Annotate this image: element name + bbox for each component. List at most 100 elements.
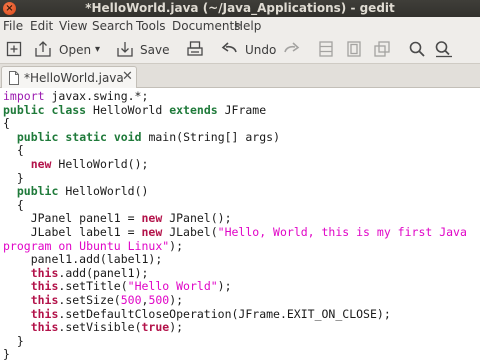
code-token: new — [30, 157, 52, 171]
code-token: "Hello World" — [127, 279, 218, 294]
code-line: { — [3, 143, 24, 157]
code-line: } — [3, 347, 10, 360]
menu-help[interactable]: Help — [234, 19, 261, 33]
print-icon — [187, 41, 203, 56]
new-document-button[interactable] — [6, 40, 22, 59]
code-token: javax.swing.*; — [44, 89, 149, 103]
window-titlebar: × *HelloWorld.java (~/Java_Applications)… — [0, 0, 480, 17]
document-tab[interactable]: *HelloWorld.java ✕ — [1, 66, 137, 88]
code-token: public — [16, 184, 59, 199]
code-line: program on Ubuntu Linux"); — [3, 239, 183, 253]
save-button[interactable]: Save — [116, 40, 170, 59]
code-line: public class HelloWorld extends JFrame — [3, 103, 266, 117]
code-token: .setSize( — [58, 293, 121, 307]
open-dropdown-arrow[interactable]: ▾ — [95, 44, 100, 55]
code-token: this — [30, 279, 59, 294]
code-token: main(String[] args) — [141, 129, 281, 144]
code-line: JPanel panel1 = new JPanel(); — [3, 211, 232, 225]
paste-icon — [374, 41, 390, 57]
code-token: ); — [169, 320, 184, 335]
code-token: program on Ubuntu Linux" — [3, 238, 170, 253]
code-token: ); — [217, 279, 232, 294]
code-token: this — [30, 306, 59, 321]
code-token: public — [3, 102, 45, 117]
find-replace-icon — [435, 41, 452, 58]
code-token: .add(panel1); — [58, 265, 149, 280]
search-icon — [409, 41, 425, 57]
code-line: this.setVisible(true); — [3, 320, 183, 334]
paste-button[interactable] — [373, 40, 391, 59]
code-token: JPanel(); — [162, 211, 232, 226]
code-line: import javax.swing.*; — [3, 89, 148, 103]
open-folder-icon — [35, 41, 51, 57]
menu-view[interactable]: View — [59, 19, 87, 33]
code-token: new — [141, 225, 163, 239]
window-title: *HelloWorld.java (~/Java_Applications) -… — [85, 1, 395, 15]
code-token: public — [16, 129, 59, 144]
menu-tools[interactable]: Tools — [136, 19, 166, 33]
code-token: .setVisible( — [58, 320, 142, 335]
code-token: this — [30, 293, 59, 307]
code-line: public static void main(String[] args) — [3, 130, 280, 144]
code-token: "Hello, World, this is my first Java — [217, 225, 467, 239]
code-token: this — [30, 265, 59, 280]
code-line: JLabel label1 = new JLabel("Hello, World… — [3, 225, 467, 239]
tab-close-icon[interactable]: ✕ — [122, 69, 133, 84]
code-line: } — [3, 171, 24, 185]
open-button[interactable]: Open ▾ — [34, 40, 104, 59]
code-line: public HelloWorld() — [3, 184, 149, 199]
code-token: JLabel label1 = — [3, 225, 142, 239]
code-token: .setDefaultCloseOperation(JFrame.EXIT_ON… — [58, 306, 391, 321]
cut-button[interactable] — [318, 40, 334, 59]
code-line: this.add(panel1); — [3, 265, 149, 280]
code-token: ); — [169, 238, 184, 253]
code-token: HelloWorld — [86, 102, 170, 117]
find-replace-button[interactable] — [434, 40, 454, 59]
menu-file[interactable]: File — [3, 19, 23, 33]
document-tab-strip: *HelloWorld.java ✕ — [0, 64, 480, 88]
print-button[interactable] — [186, 40, 204, 59]
code-editor[interactable]: import javax.swing.*; public class HelloW… — [0, 89, 480, 360]
undo-button[interactable]: Undo — [220, 40, 276, 59]
code-token: void — [113, 129, 142, 144]
undo-arrow-icon — [221, 42, 237, 53]
menu-search[interactable]: Search — [92, 19, 133, 33]
code-token: import — [3, 89, 45, 103]
menu-bar: File Edit View Search Tools Documents He… — [0, 17, 480, 35]
code-line: { — [3, 198, 24, 212]
code-line: { — [3, 116, 10, 130]
code-token: true — [141, 320, 170, 335]
menu-documents[interactable]: Documents — [172, 19, 240, 33]
code-token: { — [3, 197, 24, 212]
code-token: this — [30, 320, 59, 335]
code-token: class — [51, 102, 87, 117]
copy-icon — [347, 41, 361, 57]
copy-button[interactable] — [346, 40, 362, 59]
code-token: 500 — [148, 293, 170, 307]
find-button[interactable] — [408, 40, 426, 59]
code-line: this.setTitle("Hello World"); — [3, 279, 232, 293]
code-token: JPanel panel1 = — [3, 211, 142, 226]
code-token: .setTitle( — [58, 279, 128, 294]
redo-arrow-icon — [284, 42, 300, 53]
code-token: JFrame — [217, 102, 267, 117]
code-line: this.setDefaultCloseOperation(JFrame.EXI… — [3, 307, 391, 321]
save-icon — [117, 42, 133, 57]
menu-edit[interactable]: Edit — [30, 19, 53, 33]
new-document-icon — [6, 41, 22, 57]
code-token: HelloWorld(); — [51, 157, 149, 171]
code-token: HelloWorld() — [58, 184, 149, 199]
code-token: new — [141, 211, 163, 226]
code-token: } — [3, 347, 10, 360]
code-token: panel1.add(label1); — [3, 252, 163, 267]
document-tab-label: *HelloWorld.java — [24, 71, 124, 85]
redo-button[interactable] — [283, 40, 301, 59]
